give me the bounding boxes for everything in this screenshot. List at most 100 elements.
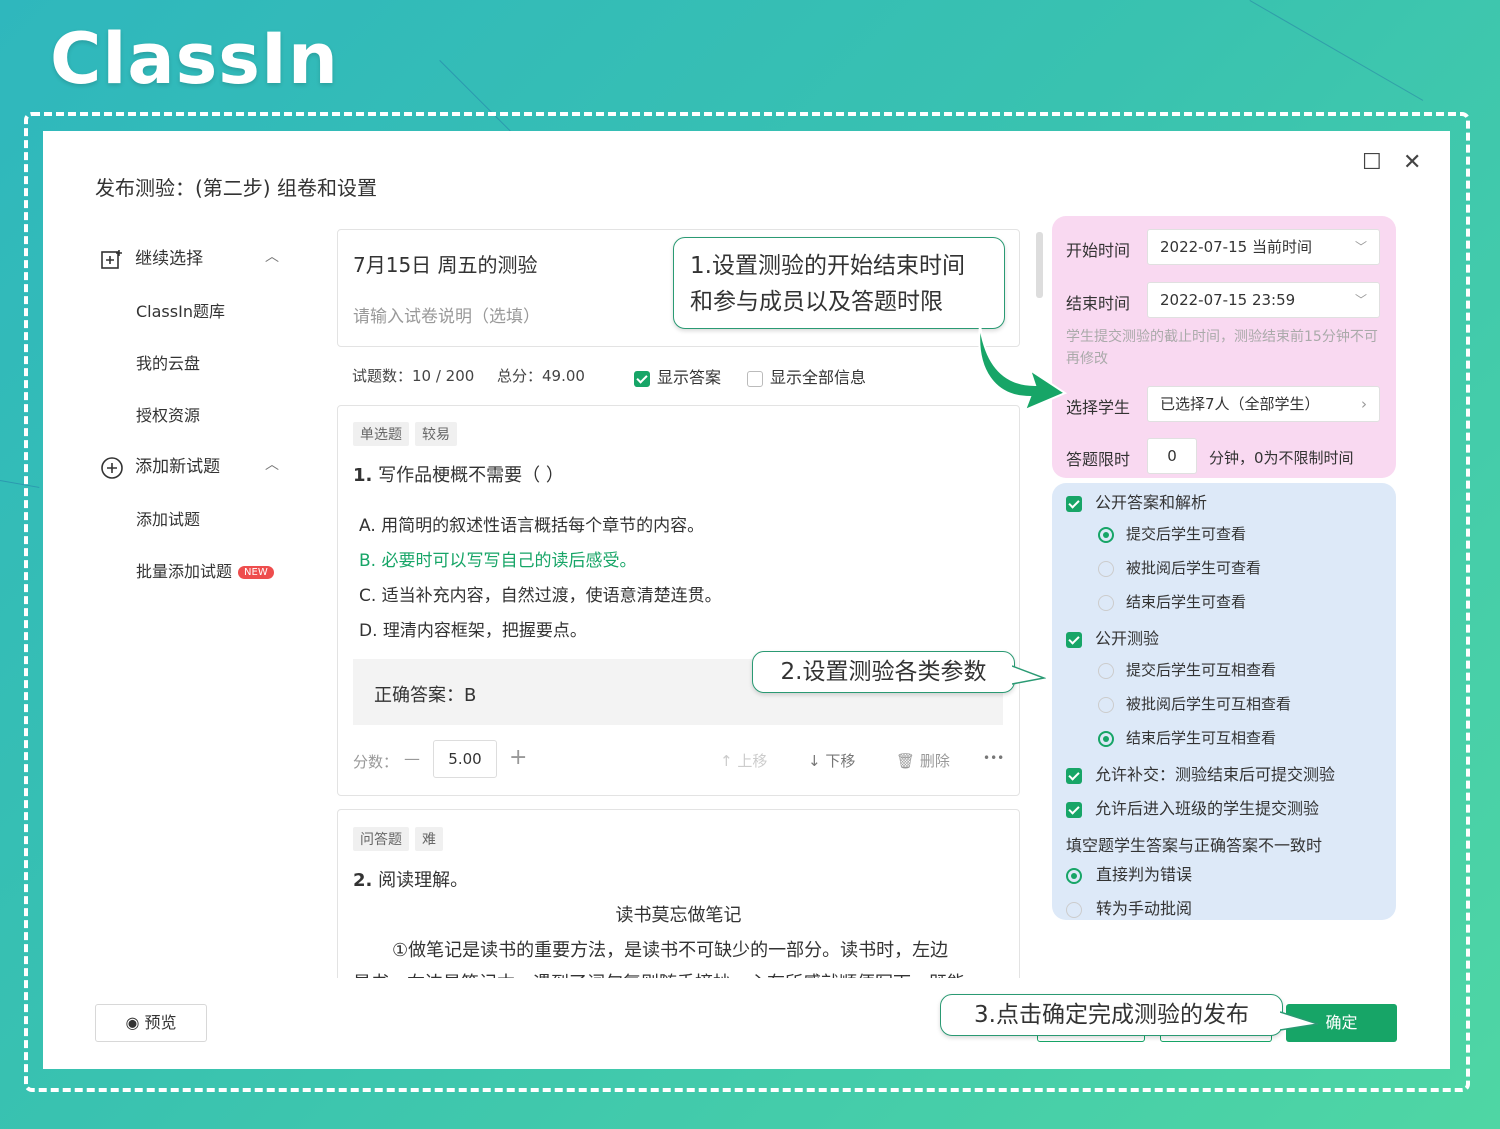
radio-end-view[interactable]: 结束后学生可查看 (1098, 591, 1246, 612)
option-d: D. 理清内容框架，把握要点。 (359, 621, 587, 641)
score-plus-button[interactable]: + (509, 745, 527, 770)
sidebar-item-authorized[interactable]: 授权资源 (136, 402, 200, 426)
chevron-up-icon[interactable]: ︿ (265, 454, 279, 474)
question-stem-text: 写作品梗概不需要（ ） (378, 465, 564, 486)
question-tags: 单选题 较易 (353, 422, 463, 446)
sidebar-section-label: 继续选择 (135, 249, 204, 269)
allow-late-checkbox[interactable]: 允许补交：测验结束后可提交测验 (1066, 761, 1335, 785)
add-file-icon (101, 249, 122, 269)
arrow-down-icon: ↓ (808, 752, 826, 770)
radio-label: 结束后学生可互相查看 (1126, 729, 1277, 747)
time-limit-label: 答题限时 (1066, 450, 1131, 469)
scrollbar-thumb[interactable] (1036, 232, 1043, 298)
end-time-label: 结束时间 (1066, 294, 1131, 313)
sidebar-section-continue[interactable]: 继续选择 (100, 244, 203, 272)
end-time-select[interactable]: 2022-07-15 23:59 ﹀ (1147, 282, 1380, 318)
allow-join-checkbox[interactable]: 允许后进入班级的学生提交测验 (1066, 795, 1319, 819)
radio-label: 结束后学生可查看 (1126, 593, 1247, 611)
start-time-label: 开始时间 (1066, 241, 1131, 260)
move-down-button[interactable]: ↓ 下移 (808, 750, 855, 771)
sidebar-item-batch-add[interactable]: 批量添加试题 NEW (136, 558, 274, 582)
checkbox-label: 允许补交：测验结束后可提交测验 (1095, 765, 1336, 784)
sidebar-section-add-new[interactable]: 添加新试题 (100, 452, 220, 480)
question-stem: 2. 阅读理解。 (353, 866, 468, 892)
radio-mark-wrong[interactable]: 直接判为错误 (1066, 861, 1192, 885)
delete-label: 删除 (919, 752, 950, 770)
start-time-value: 2022-07-15 当前时间 (1160, 238, 1312, 256)
checkbox-checked-icon (1066, 801, 1082, 818)
checkbox-checked-icon (1066, 495, 1082, 512)
chevron-up-icon[interactable]: ︿ (265, 246, 279, 266)
option-c: C. 适当补充内容，自然过渡，使语意清楚连贯。 (359, 586, 722, 606)
callout-tail (1280, 1011, 1319, 1031)
radio-label: 被批阅后学生可互相查看 (1126, 695, 1292, 713)
new-badge: NEW (238, 566, 274, 579)
public-quiz-checkbox[interactable]: 公开测验 (1066, 625, 1159, 649)
time-limit-input[interactable]: 0 (1147, 438, 1197, 474)
question-number: 2. (353, 870, 373, 891)
correct-answer: 正确答案：B (374, 685, 477, 706)
selected-students-value: 已选择7人（全部学生） (1160, 395, 1320, 413)
chevron-down-icon: ﹀ (1354, 293, 1367, 307)
move-up-button[interactable]: ↑ 上移 (720, 750, 767, 771)
question-type-tag: 问答题 (353, 827, 409, 851)
show-answer-checkbox[interactable]: 显示答案 (634, 364, 721, 388)
time-limit-hint: 分钟，0为不限制时间 (1209, 449, 1354, 467)
eye-icon: ◉ (125, 1013, 145, 1032)
checkbox-label: 显示全部信息 (770, 368, 867, 387)
radio-label: 被批阅后学生可查看 (1126, 559, 1262, 577)
sidebar-item-classin-bank[interactable]: ClassIn题库 (136, 298, 225, 322)
public-answer-checkbox[interactable]: 公开答案和解析 (1066, 489, 1207, 513)
difficulty-tag: 难 (415, 827, 443, 851)
checkbox-checked-icon (1066, 631, 1082, 648)
show-all-info-checkbox[interactable]: 显示全部信息 (747, 364, 866, 388)
preview-label: 预览 (144, 1013, 177, 1032)
passage-text: ①做笔记是读书的重要方法，是读书不可缺少的一部分。读书时，左边 (392, 940, 949, 961)
passage-title: 读书莫忘做笔记 (615, 905, 742, 926)
callout-step-2: 2.设置测验各类参数 (752, 651, 1015, 693)
maximize-icon[interactable]: ☐ (1362, 150, 1382, 175)
passage-text: 是书，右边是笔记本，遇到了词句复则随手摘抄，心有所感就顺便写下，既能 (353, 969, 965, 978)
radio-unselected-icon (1098, 594, 1114, 611)
score-label: 分数： (353, 753, 399, 771)
paper-name-input[interactable]: 7月15日 周五的测验 (353, 249, 538, 278)
preview-button[interactable]: ◉ 预览 (95, 1004, 207, 1042)
radio-label: 提交后学生可查看 (1126, 525, 1247, 543)
arrow-up-icon: ↑ (720, 752, 738, 770)
callout-step-1: 1.设置测验的开始结束时间 和参与成员以及答题时限 (673, 237, 1005, 329)
question-stem: 1. 写作品梗概不需要（ ） (353, 461, 564, 487)
paper-description-input[interactable]: 请输入试卷说明（选填） (353, 302, 540, 327)
trash-icon: 🗑 (896, 752, 920, 770)
close-icon[interactable]: ✕ (1403, 150, 1421, 175)
radio-graded-view[interactable]: 被批阅后学生可查看 (1098, 557, 1261, 578)
total-score: 总分：49.00 (497, 367, 585, 385)
delete-button[interactable]: 🗑 删除 (896, 750, 950, 771)
radio-submit-mutual[interactable]: 提交后学生可互相查看 (1098, 659, 1276, 680)
select-students-button[interactable]: 已选择7人（全部学生） › (1147, 386, 1380, 422)
option-a: A. 用简明的叙述性语言概括每个章节的内容。 (359, 516, 705, 536)
more-options-icon[interactable]: ••• (983, 751, 1004, 765)
sidebar-item-add-question[interactable]: 添加试题 (136, 506, 200, 530)
background-decoration (1249, 0, 1424, 101)
checkbox-label: 公开测验 (1095, 629, 1160, 648)
radio-manual-grade[interactable]: 转为手动批阅 (1066, 895, 1192, 919)
move-up-label: 上移 (737, 752, 768, 770)
end-time-hint: 学生提交测验的截止时间，测验结束前15分钟不可再修改 (1066, 329, 1378, 367)
sidebar-item-my-cloud[interactable]: 我的云盘 (136, 350, 200, 374)
radio-label: 转为手动批阅 (1096, 899, 1193, 918)
radio-graded-mutual[interactable]: 被批阅后学生可互相查看 (1098, 693, 1291, 714)
question-number: 1. (353, 465, 373, 486)
select-students-label: 选择学生 (1066, 398, 1131, 417)
radio-end-mutual[interactable]: 结束后学生可互相查看 (1098, 727, 1276, 748)
radio-unselected-icon (1098, 696, 1114, 713)
score-input[interactable]: 5.00 (433, 740, 497, 778)
radio-submit-view[interactable]: 提交后学生可查看 (1098, 523, 1246, 544)
checkbox-label: 显示答案 (657, 368, 722, 387)
start-time-select[interactable]: 2022-07-15 当前时间 ﹀ (1147, 229, 1380, 265)
difficulty-tag: 较易 (415, 422, 457, 446)
radio-unselected-icon (1098, 662, 1114, 679)
score-minus-button[interactable]: — (404, 749, 420, 768)
move-down-label: 下移 (825, 752, 856, 770)
chevron-right-icon: › (1361, 395, 1367, 413)
sidebar-section-label: 添加新试题 (135, 457, 221, 477)
